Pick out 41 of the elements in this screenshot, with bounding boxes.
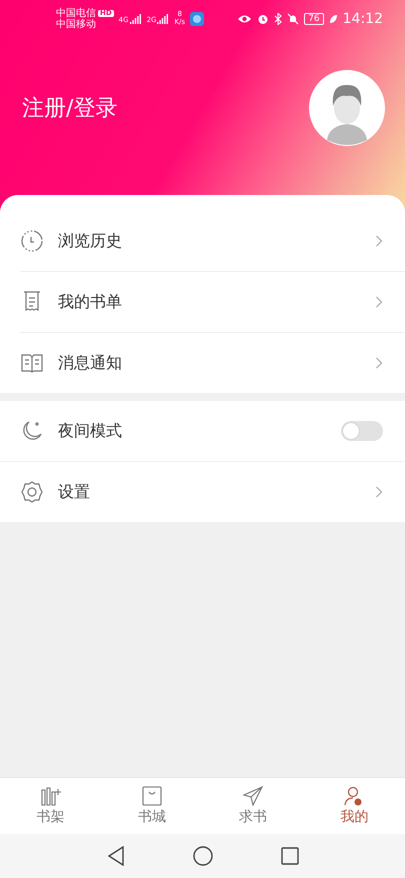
menu-label: 浏览历史 <box>58 230 123 252</box>
leaf-icon <box>328 14 338 24</box>
back-icon[interactable] <box>106 846 124 866</box>
shopping-bag-icon <box>140 786 163 806</box>
signal-icon <box>157 14 170 24</box>
toggle-switch[interactable] <box>341 421 383 441</box>
carrier-name: 中国电信 <box>56 8 96 19</box>
alarm-icon <box>257 13 270 25</box>
carrier-name: 中国移动 <box>56 19 97 30</box>
clock-time: 14:12 <box>342 11 383 27</box>
menu-item[interactable]: 消息通知 <box>20 333 405 393</box>
chevron-icon <box>375 357 383 369</box>
menu-label: 设置 <box>58 482 91 502</box>
setting-row[interactable]: 夜间模式 <box>0 401 405 462</box>
battery-level: 76 <box>304 12 324 26</box>
nav-tab[interactable]: 我的 <box>304 778 405 834</box>
bluetooth-icon <box>274 13 282 25</box>
login-link[interactable]: 注册/登录 <box>22 93 118 123</box>
app-icon <box>190 12 204 26</box>
recents-icon[interactable] <box>280 847 298 865</box>
clock-icon <box>20 229 44 253</box>
chevron-icon <box>375 235 383 247</box>
menu-label: 夜间模式 <box>58 420 123 442</box>
eye-icon <box>237 14 252 24</box>
bell-muted-icon <box>287 13 300 25</box>
menu-label: 我的书单 <box>58 292 123 312</box>
settings-icon <box>20 480 44 504</box>
avatar[interactable] <box>309 70 385 146</box>
menu-item[interactable]: 设置 <box>20 462 405 522</box>
menu-label: 消息通知 <box>58 352 123 374</box>
bookshelf-icon <box>40 786 62 806</box>
signal-icon <box>130 14 142 24</box>
home-icon[interactable] <box>192 846 212 866</box>
paper-plane-icon <box>242 786 264 806</box>
chevron-icon <box>375 296 383 308</box>
nav-tab[interactable]: 书架 <box>0 778 102 834</box>
menu-item[interactable]: 浏览历史 <box>20 211 405 272</box>
menu-item[interactable]: 我的书单 <box>20 272 405 333</box>
chevron-icon <box>375 486 383 498</box>
nav-tab[interactable]: 求书 <box>202 778 304 834</box>
nav-tab[interactable]: 书城 <box>101 778 202 834</box>
